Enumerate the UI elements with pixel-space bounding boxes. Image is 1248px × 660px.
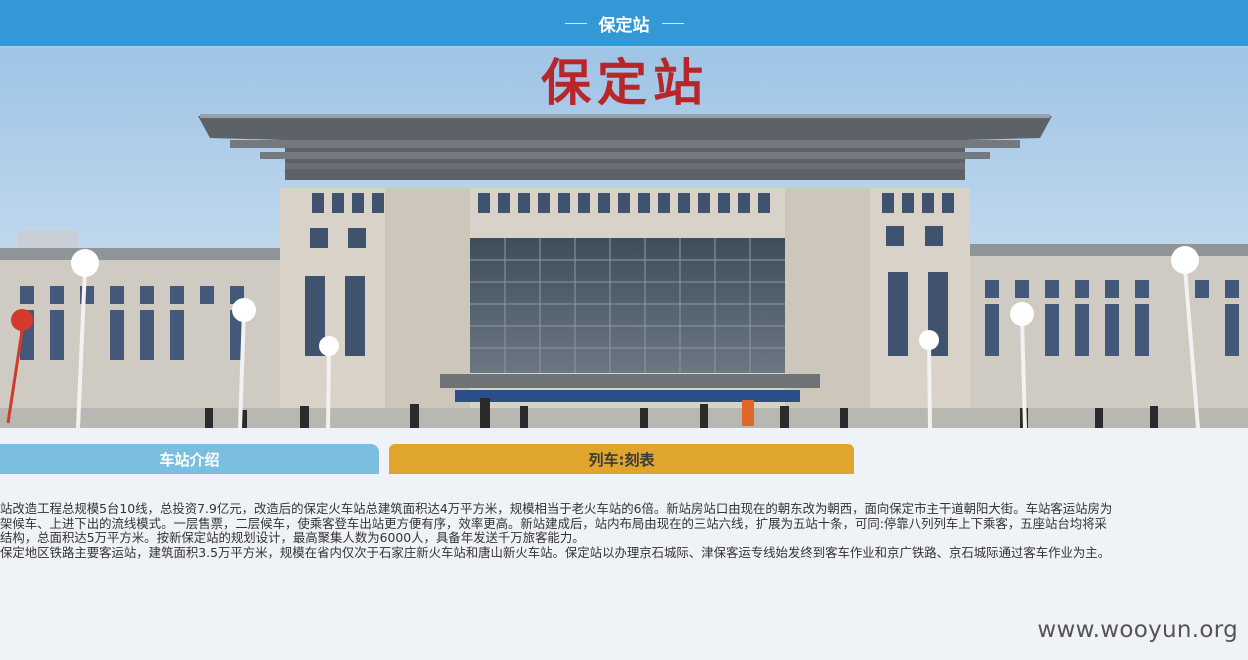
- tab-bar: 车站介绍 列车:刻表: [0, 444, 1248, 474]
- description-line: 结构，总面积达5万平方米。按新保定站的规划设计，最高聚集人数为6000人，具备年…: [0, 530, 585, 545]
- description-line: 站改造工程总规模5台10线，总投资7.9亿元，改造后的保定火车站总建筑面积达4万…: [0, 501, 1113, 516]
- description-line: 架候车、上进下出的流线模式。一层售票，二层候车，使乘客登车出站更方便有序，效率更…: [0, 515, 1107, 531]
- tab-station-intro[interactable]: 车站介绍: [0, 444, 379, 474]
- tab-train-schedule[interactable]: 列车:刻表: [389, 444, 854, 474]
- title-right-dash: [661, 22, 684, 24]
- watermark: www.wooyun.org: [1037, 617, 1238, 643]
- station-photo: 保定站: [0, 48, 1248, 428]
- header-bar: 保定站: [0, 0, 1248, 48]
- station-description: 站改造工程总规模5台10线，总投资7.9亿元，改造后的保定火车站总建筑面积达4万…: [0, 501, 1248, 560]
- tab-station-intro-label: 车站介绍: [159, 450, 220, 469]
- page-title: 保定站: [598, 15, 650, 36]
- station-sign-text: 保定站: [541, 53, 709, 112]
- tab-train-schedule-label: 列车:刻表: [588, 450, 655, 469]
- description-line: 保定地区铁路主要客运站，建筑面积3.5万平方米，规模在省内仅次于石家庄新火车站和…: [0, 544, 1111, 560]
- title-left-dash: [564, 22, 587, 24]
